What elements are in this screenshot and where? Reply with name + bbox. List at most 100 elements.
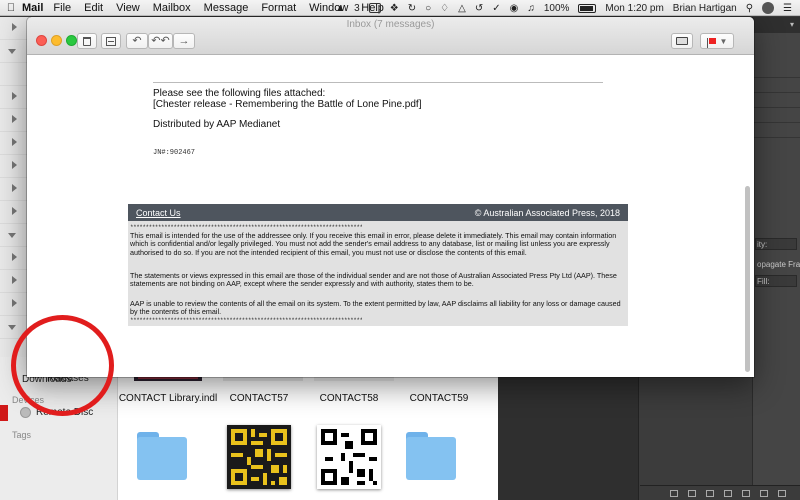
fx-icon[interactable] [688, 489, 696, 497]
volume-icon[interactable]: ♫ [527, 3, 535, 14]
divider [753, 92, 800, 93]
close-window-button[interactable] [36, 35, 47, 46]
file-label[interactable]: CONTACT59 [389, 393, 489, 404]
attachment-filename[interactable]: [Chester release - Remembering the Battl… [153, 99, 421, 110]
notification-center-icon[interactable]: ☰ [783, 3, 792, 14]
shield-icon[interactable]: ♢ [440, 3, 449, 14]
group-icon[interactable] [742, 489, 750, 497]
menu-format[interactable]: Format [261, 2, 296, 14]
folder-icon[interactable] [406, 432, 456, 480]
flag-button[interactable]: ▼ [700, 33, 734, 49]
avatar[interactable] [762, 2, 775, 14]
mailbox-row[interactable] [0, 132, 30, 155]
delete-button[interactable] [77, 33, 97, 49]
menu-bar:  Mail File Edit View Mailbox Message Fo… [0, 0, 800, 16]
menu-edit[interactable]: Edit [84, 2, 103, 14]
qr-code-icon[interactable] [227, 425, 291, 489]
disclosure-triangle-icon[interactable] [12, 207, 17, 215]
background-mail-sidebar [0, 17, 30, 357]
adobe-cc-icon[interactable]: ▲ [335, 3, 345, 14]
mouse-icon[interactable]: ○ [425, 3, 431, 14]
window-title: Inbox (7 messages) [346, 19, 435, 30]
disclosure-triangle-icon[interactable] [8, 49, 16, 54]
app-menu[interactable]: Mail [22, 2, 43, 14]
disclosure-triangle-icon[interactable] [12, 299, 17, 307]
printer-icon [676, 37, 688, 45]
window-titlebar[interactable]: Inbox (7 messages) ↶ ↶↶ → ▼ [27, 17, 754, 55]
scrollbar-thumb[interactable] [745, 186, 750, 372]
panel-menu-icon[interactable]: ▾ [790, 20, 794, 29]
disclosure-triangle-icon[interactable] [12, 161, 17, 169]
spotlight-icon[interactable]: ⚲ [746, 3, 753, 14]
disclosure-triangle-icon[interactable] [12, 184, 17, 192]
disclaimer-paragraph: The statements or views expressed in thi… [130, 271, 617, 289]
new-layer-icon[interactable] [760, 489, 768, 497]
finder-icon-grid: CONTACT Library.indl CONTACT57 CONTACT58… [118, 357, 498, 500]
disclosure-triangle-icon[interactable] [12, 115, 17, 123]
adjustment-icon[interactable] [724, 489, 732, 497]
mask-icon[interactable] [706, 489, 714, 497]
link-icon[interactable] [670, 489, 678, 497]
reply-all-icon: ↶↶ [151, 34, 170, 47]
menu-mailbox[interactable]: Mailbox [153, 2, 191, 14]
bluetooth-icon[interactable]: ✓ [492, 3, 500, 14]
propagate-label: opagate Frame 1 [757, 260, 800, 269]
qr-code-icon[interactable] [317, 425, 381, 489]
disclaimer-paragraph: AAP is unable to review the contents of … [130, 299, 621, 317]
attachments-heading: Please see the following files attached: [153, 88, 326, 99]
zoom-window-button[interactable] [66, 35, 77, 46]
wifi-icon[interactable]: ◉ [510, 3, 519, 14]
menu-view[interactable]: View [116, 2, 140, 14]
print-button[interactable] [671, 33, 693, 49]
mailbox-row[interactable] [0, 224, 30, 247]
mailbox-row[interactable] [0, 201, 30, 224]
screen-icon[interactable] [368, 3, 381, 13]
junk-button[interactable] [101, 33, 121, 49]
mailbox-row[interactable] [0, 155, 30, 178]
battery-icon[interactable] [578, 3, 597, 13]
separator-stars: ****************************************… [130, 224, 362, 231]
menu-message[interactable]: Message [204, 2, 249, 14]
sync-icon[interactable]: ↻ [408, 3, 416, 14]
file-label[interactable]: CONTACT57 [209, 393, 309, 404]
mailbox-row[interactable] [0, 293, 30, 316]
disclosure-triangle-icon[interactable] [12, 138, 17, 146]
adobe-layers-panel [638, 357, 752, 500]
clock[interactable]: Mon 1:20 pm [605, 3, 663, 14]
divider [753, 137, 800, 138]
apple-menu-icon[interactable]:  [0, 2, 22, 14]
disclosure-triangle-icon[interactable] [12, 23, 17, 31]
mailbox-row[interactable] [0, 40, 30, 63]
disclosure-triangle-icon[interactable] [12, 253, 17, 261]
timemachine-icon[interactable]: ↺ [475, 3, 483, 14]
disclosure-triangle-icon[interactable] [8, 233, 16, 238]
user-name[interactable]: Brian Hartigan [673, 3, 737, 14]
reply-button[interactable]: ↶ [126, 33, 148, 49]
disclosure-triangle-icon[interactable] [12, 92, 17, 100]
reply-icon: ↶ [132, 34, 142, 47]
mailbox-row[interactable] [0, 178, 30, 201]
mailbox-row[interactable] [0, 247, 30, 270]
dropbox-icon[interactable]: ❖ [390, 3, 399, 14]
menu-file[interactable]: File [53, 2, 71, 14]
folder-icon[interactable] [137, 432, 187, 480]
mailbox-row[interactable] [0, 270, 30, 293]
disclaimer-paragraph: This email is intended for the use of th… [130, 231, 617, 257]
mailbox-row[interactable] [0, 86, 30, 109]
separator-stars: ****************************************… [130, 317, 362, 324]
battery-percent[interactable]: 100% [544, 3, 570, 14]
annotation-circle [11, 315, 114, 416]
mailbox-row[interactable] [0, 109, 30, 132]
mailbox-row[interactable] [0, 17, 30, 40]
file-label[interactable]: CONTACT58 [299, 393, 399, 404]
file-label[interactable]: CONTACT Library.indl [118, 393, 218, 404]
contact-us-link[interactable]: Contact Us [136, 208, 181, 218]
mailbox-row[interactable] [0, 63, 30, 86]
minimize-window-button[interactable] [51, 35, 62, 46]
airplay-icon[interactable]: △ [458, 3, 466, 14]
disclosure-triangle-icon[interactable] [8, 325, 16, 330]
disclosure-triangle-icon[interactable] [12, 276, 17, 284]
forward-button[interactable]: → [173, 33, 195, 49]
reply-all-button[interactable]: ↶↶ [148, 33, 173, 49]
trash-icon[interactable] [778, 489, 786, 497]
